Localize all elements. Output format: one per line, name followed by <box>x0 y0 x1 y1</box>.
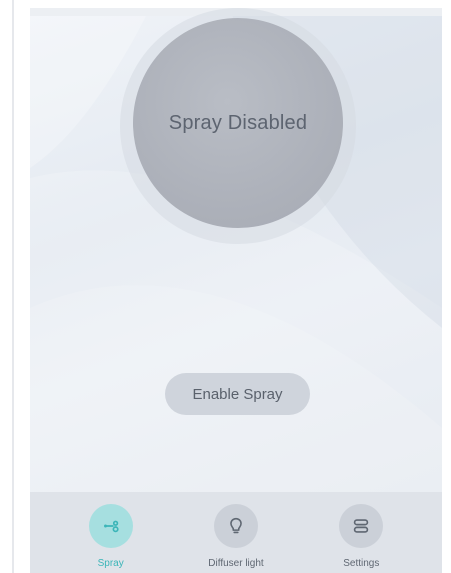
spray-icon <box>103 520 119 533</box>
bulb-icon <box>230 517 242 534</box>
nav-item-spray[interactable]: Spray <box>61 504 161 569</box>
nav-icon-settings-wrap <box>339 504 384 548</box>
settings-icon <box>354 519 369 533</box>
nav-icon-spray-wrap <box>88 504 133 548</box>
nav-label-spray: Spray <box>97 558 124 569</box>
window-edge <box>12 0 14 573</box>
spray-status-text: Spray Disabled <box>168 111 308 134</box>
app-screen: Spray Disabled Enable Spray Spray Diffus… <box>30 8 442 573</box>
device-frame: Spray Disabled Enable Spray Spray Diffus… <box>0 0 451 573</box>
nav-label-diffuser-light: Diffuser light <box>208 558 264 569</box>
nav-item-settings[interactable]: Settings <box>311 504 411 569</box>
nav-icon-bulb-wrap <box>213 504 258 548</box>
bottom-navigation: Spray Diffuser light Settings <box>30 492 442 573</box>
enable-spray-button[interactable]: Enable Spray <box>165 373 310 415</box>
nav-item-diffuser-light[interactable]: Diffuser light <box>186 504 286 569</box>
spray-status-circle[interactable]: Spray Disabled <box>133 18 343 228</box>
nav-label-settings: Settings <box>343 558 380 569</box>
